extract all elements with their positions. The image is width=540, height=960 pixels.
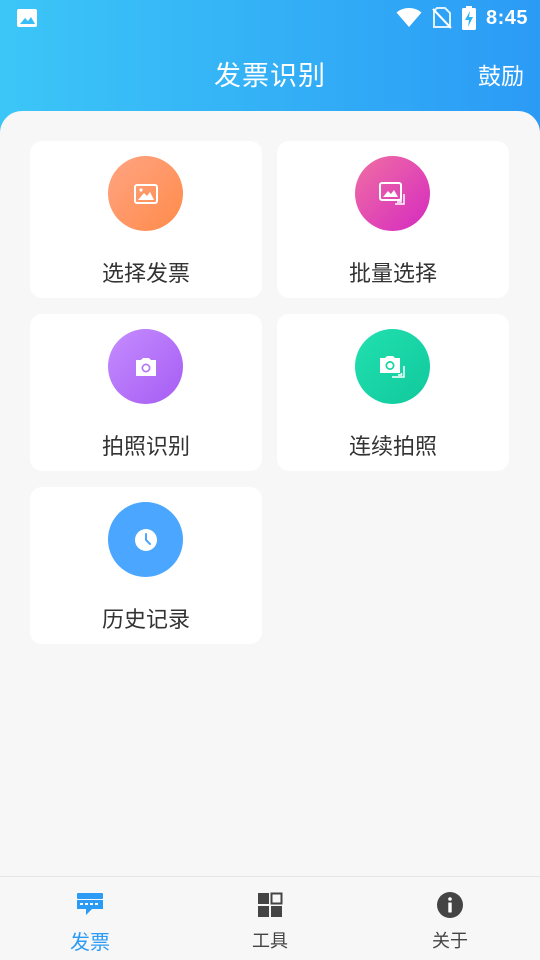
nav-item-about[interactable]: 关于 [360,877,540,960]
batch-select-icon-circle [355,156,430,231]
grid-icon [258,892,283,917]
images-icon [378,181,405,205]
card-label: 选择发票 [101,262,190,287]
bottom-navigation: 发票 工具 关于 [0,876,540,960]
card-label: 拍照识别 [101,435,190,460]
invoice-icon [77,893,103,915]
card-label: 历史记录 [101,608,190,633]
main-content: 选择发票 批量选择 拍照识别 连续拍照 历史记录 [0,111,540,876]
nav-item-tools[interactable]: 工具 [180,877,360,960]
continuous-photo-card[interactable]: 连续拍照 [277,314,509,471]
image-icon [133,183,158,204]
camera-multiple-icon [379,355,405,378]
battery-charging-icon [461,6,476,30]
wifi-icon [396,8,422,27]
continuous-photo-icon-circle [355,329,430,404]
status-bar: 8:45 [0,0,540,36]
batch-select-card[interactable]: 批量选择 [277,141,509,298]
clock-icon [134,528,157,551]
no-sim-icon [432,7,452,29]
nav-label: 关于 [432,931,468,952]
info-icon [437,892,463,918]
nav-item-invoice[interactable]: 发票 [0,877,180,960]
select-invoice-card[interactable]: 选择发票 [30,141,262,298]
card-label: 连续拍照 [348,435,437,460]
camera-icon [135,357,156,376]
nav-label: 发票 [70,930,110,954]
photo-recognition-card[interactable]: 拍照识别 [30,314,262,471]
status-time: 8:45 [485,6,528,29]
history-icon-circle [108,502,183,577]
page-title: 发票识别 [214,61,326,92]
card-label: 批量选择 [348,262,437,287]
history-card[interactable]: 历史记录 [30,487,262,644]
select-invoice-icon-circle [108,156,183,231]
nav-label: 工具 [252,931,288,952]
photo-recognition-icon-circle [108,329,183,404]
image-icon [17,9,37,27]
encourage-button[interactable]: 鼓励 [478,57,524,91]
